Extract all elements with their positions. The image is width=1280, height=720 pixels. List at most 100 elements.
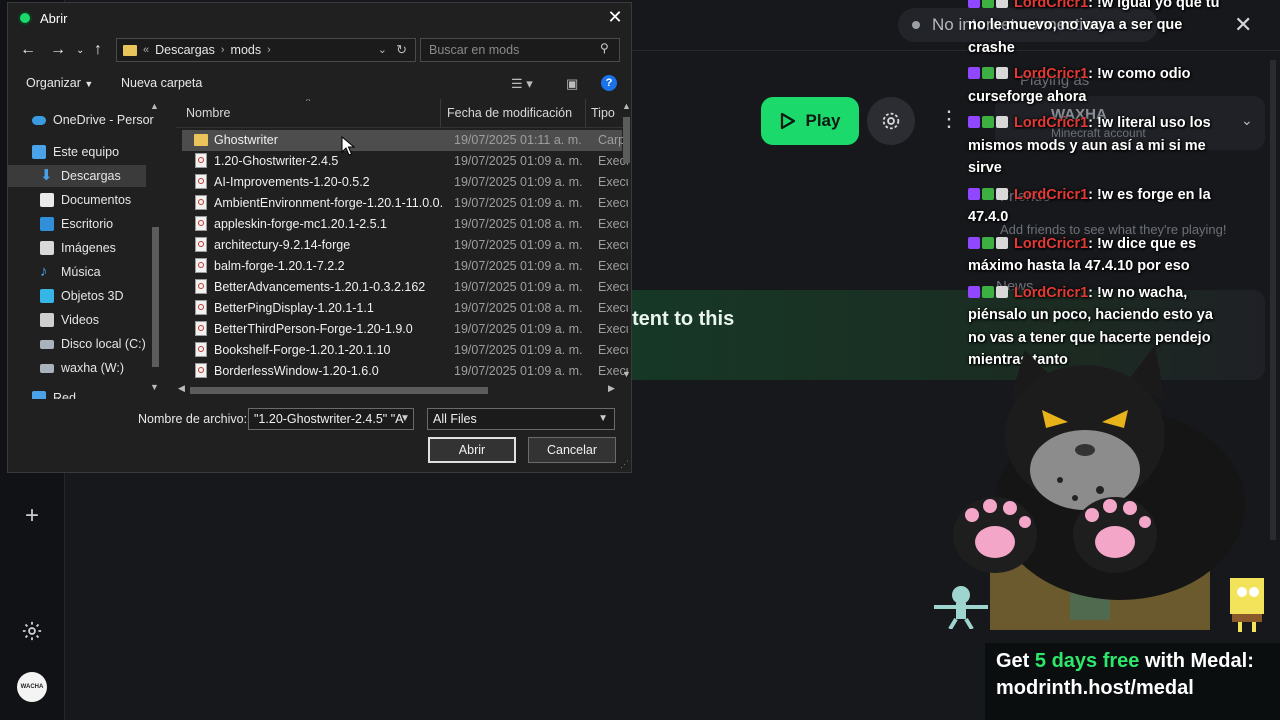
refresh-icon[interactable]: ↻	[396, 42, 407, 58]
nav-item-network[interactable]: Red	[8, 387, 163, 399]
column-divider[interactable]	[440, 99, 441, 127]
breadcrumb-mods[interactable]: mods	[231, 43, 262, 57]
jar-file-icon	[195, 216, 207, 231]
nav-item-videos[interactable]: Videos	[8, 309, 163, 331]
nav-item-desktop[interactable]: Escritorio	[8, 213, 163, 235]
instance-settings-button[interactable]	[867, 97, 915, 145]
chevron-down-icon[interactable]: ⌄	[1241, 112, 1253, 129]
nav-item-waxha-drive[interactable]: waxha (W:)	[8, 357, 163, 379]
column-header-date[interactable]: Fecha de modificación	[447, 106, 572, 120]
list-horizontal-scrollbar[interactable]: ◀ ▶	[176, 383, 621, 396]
jar-file-icon	[195, 174, 207, 189]
filename-label: Nombre de archivo:	[138, 412, 248, 426]
breadcrumb-separator-icon[interactable]: ›	[267, 44, 271, 56]
file-row[interactable]: BetterPingDisplay-1.20.1-1.1 19/07/2025 0…	[182, 298, 628, 319]
nav-label: Este equipo	[53, 145, 120, 159]
drive-icon	[40, 363, 54, 373]
user-avatar[interactable]: WACHA	[17, 672, 47, 702]
overflow-chevrons-icon[interactable]: «	[143, 44, 149, 56]
column-header-name[interactable]: Nombre	[186, 106, 230, 120]
resize-grip-icon[interactable]: ⋰	[620, 459, 629, 470]
file-date: 19/07/2025 01:09 a. m.	[454, 364, 583, 378]
check-badge-icon	[982, 0, 994, 8]
chat-message: LordCricr1: !w literal uso los mismos mo…	[968, 112, 1230, 179]
file-type-filter-select[interactable]: All Files ▼	[427, 408, 615, 430]
file-row[interactable]: AmbientEnvironment-forge-1.20.1-11.0.0.1…	[182, 193, 628, 214]
add-instance-button[interactable]: +	[16, 500, 48, 532]
nav-item-onedrive[interactable]: OneDrive - Persor	[8, 109, 163, 131]
nav-item-downloads[interactable]: ⬇ Descargas	[8, 165, 146, 187]
jar-file-icon	[195, 300, 207, 315]
file-row[interactable]: architectury-9.2.14-forge 19/07/2025 01:0…	[182, 235, 628, 256]
check-badge-icon	[982, 285, 994, 298]
search-icon[interactable]: ⚲	[600, 41, 627, 55]
file-row[interactable]: BorderlessWindow-1.20-1.6.0 19/07/2025 01…	[182, 361, 628, 382]
twitch-badge-icon	[968, 67, 980, 80]
nav-scrollbar-thumb[interactable]	[152, 227, 159, 367]
organize-menu[interactable]: Organizar ▼	[26, 76, 93, 90]
file-row[interactable]: AI-Improvements-1.20-0.5.2 19/07/2025 01:…	[182, 172, 628, 193]
help-icon[interactable]: ?	[601, 75, 617, 91]
preview-pane-icon[interactable]: ▣	[566, 76, 578, 92]
address-history-chevron-icon[interactable]: ⌄	[378, 43, 387, 56]
column-divider[interactable]	[585, 99, 586, 127]
file-name: AmbientEnvironment-forge-1.20.1-11.0.0.1	[214, 196, 444, 210]
breadcrumb-descargas[interactable]: Descargas	[155, 43, 215, 57]
medal-highlight: 5 days free	[1034, 650, 1140, 672]
horizontal-scrollbar-thumb[interactable]	[190, 387, 488, 394]
stream-chat-overlay: LordCricr1: !w igual yo que tu no le mue…	[964, 0, 1230, 376]
cancel-button[interactable]: Cancelar	[528, 437, 616, 463]
nav-item-this-pc[interactable]: Este equipo	[8, 141, 163, 163]
file-row[interactable]: 1.20-Ghostwriter-2.4.5 19/07/2025 01:09 a…	[182, 151, 628, 172]
search-input[interactable]: Buscar en mods	[420, 38, 620, 62]
dialog-close-icon[interactable]: ✕	[605, 7, 625, 28]
banner-text: tent to this	[632, 308, 735, 330]
nav-item-documents[interactable]: Documentos	[8, 189, 163, 211]
settings-gear-icon[interactable]	[16, 615, 48, 647]
scroll-right-icon[interactable]: ▶	[608, 383, 615, 394]
nav-item-3d-objects[interactable]: Objetos 3D	[8, 285, 163, 307]
file-row[interactable]: appleskin-forge-mc1.20.1-2.5.1 19/07/2025…	[182, 214, 628, 235]
scroll-left-icon[interactable]: ◀	[178, 383, 185, 394]
file-row[interactable]: BetterAdvancements-1.20.1-0.3.2.162 19/07…	[182, 277, 628, 298]
recent-locations-chevron-icon[interactable]: ⌄	[76, 45, 84, 56]
filename-history-chevron-icon[interactable]: ▼	[400, 413, 410, 424]
forward-arrow-icon[interactable]: →	[50, 41, 66, 59]
nav-scrollbar[interactable]: ▲ ▼	[149, 99, 161, 394]
scroll-up-icon[interactable]: ▲	[150, 101, 159, 111]
address-bar[interactable]: « Descargas › mods › ⌄ ↻	[116, 38, 416, 62]
folder-icon	[123, 44, 137, 56]
scroll-down-icon[interactable]: ▼	[150, 382, 159, 392]
play-button[interactable]: Play	[761, 97, 859, 145]
user-badge-icon	[996, 67, 1008, 80]
file-row[interactable]: Bookshelf-Forge-1.20.1-20.1.10 19/07/2025…	[182, 340, 628, 361]
file-name: 1.20-Ghostwriter-2.4.5	[214, 154, 339, 168]
user-badge-icon	[996, 116, 1008, 129]
file-date: 19/07/2025 01:09 a. m.	[454, 175, 583, 189]
close-icon[interactable]: ✕	[1234, 12, 1252, 38]
file-row[interactable]: Ghostwriter19/07/2025 01:11 a. m.Carpeta	[182, 130, 628, 151]
nav-item-local-disk[interactable]: Disco local (C:)	[8, 333, 163, 355]
medal-suffix: with Medal:	[1139, 650, 1254, 672]
view-options-icon[interactable]: ☰ ▾	[511, 76, 533, 92]
scroll-down-icon[interactable]: ▼	[622, 369, 631, 379]
launcher-scrollbar[interactable]	[1270, 60, 1276, 540]
up-arrow-icon[interactable]: ↑	[94, 41, 102, 59]
back-arrow-icon[interactable]: ←	[20, 41, 36, 59]
list-vertical-scrollbar[interactable]: ▲ ▼	[621, 99, 632, 384]
list-scrollbar-thumb[interactable]	[623, 117, 630, 163]
file-row[interactable]: balm-forge-1.20.1-7.2.2 19/07/2025 01:09 …	[182, 256, 628, 277]
more-options-icon[interactable]: ⋮	[938, 108, 960, 130]
file-row[interactable]: BetterThirdPerson-Forge-1.20-1.9.0 19/07/…	[182, 319, 628, 340]
filename-input[interactable]: "1.20-Ghostwriter-2.4.5" "A	[248, 408, 414, 430]
nav-item-pictures[interactable]: Imágenes	[8, 237, 163, 259]
network-icon	[32, 391, 46, 399]
file-name: BorderlessWindow-1.20-1.6.0	[214, 364, 379, 378]
breadcrumb-separator-icon[interactable]: ›	[221, 44, 225, 56]
open-button[interactable]: Abrir	[428, 437, 516, 463]
nav-item-music[interactable]: ♪ Música	[8, 261, 163, 283]
column-header-type[interactable]: Tipo	[591, 106, 615, 120]
spongebob-sprite-image	[1230, 578, 1264, 632]
new-folder-button[interactable]: Nueva carpeta	[121, 76, 202, 90]
scroll-up-icon[interactable]: ▲	[622, 101, 631, 111]
